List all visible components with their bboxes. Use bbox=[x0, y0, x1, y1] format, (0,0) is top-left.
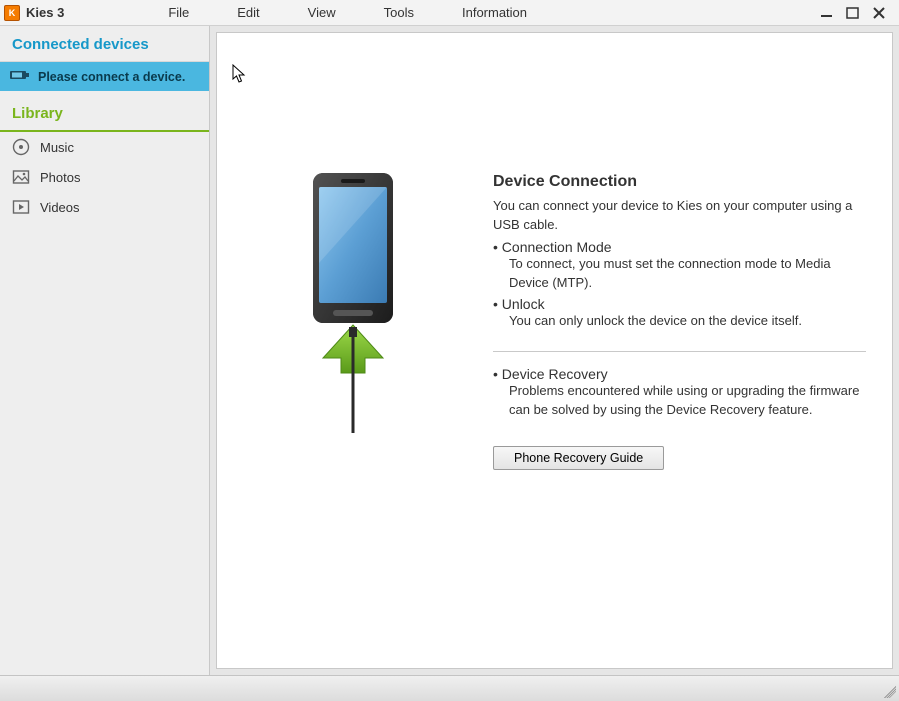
window-controls bbox=[819, 6, 899, 20]
menu-view[interactable]: View bbox=[284, 5, 360, 20]
workspace: Connected devices Please connect a devic… bbox=[0, 26, 899, 675]
device-icon bbox=[10, 69, 30, 84]
unlock-heading: Unlock bbox=[493, 296, 866, 312]
sidebar-item-label: Videos bbox=[40, 200, 80, 215]
resize-grip[interactable] bbox=[884, 686, 896, 698]
sidebar-item-videos[interactable]: Videos bbox=[0, 192, 209, 222]
phone-icon bbox=[283, 173, 423, 433]
sidebar-item-music[interactable]: Music bbox=[0, 132, 209, 162]
sidebar-item-label: Music bbox=[40, 140, 74, 155]
device-connection-desc: You can connect your device to Kies on y… bbox=[493, 197, 866, 235]
status-bar bbox=[0, 675, 899, 701]
phone-recovery-guide-button[interactable]: Phone Recovery Guide bbox=[493, 446, 664, 470]
connected-devices-heading: Connected devices bbox=[0, 26, 209, 62]
sidebar-item-photos[interactable]: Photos bbox=[0, 162, 209, 192]
section-divider bbox=[493, 351, 866, 352]
close-button[interactable] bbox=[871, 6, 887, 20]
sidebar-item-label: Photos bbox=[40, 170, 80, 185]
videos-icon bbox=[12, 198, 30, 216]
photos-icon bbox=[12, 168, 30, 186]
info-column: Device Connection You can connect your d… bbox=[493, 173, 866, 470]
menu-information[interactable]: Information bbox=[438, 5, 551, 20]
unlock-text: You can only unlock the device on the de… bbox=[509, 312, 866, 331]
menu-tools[interactable]: Tools bbox=[360, 5, 438, 20]
menubar: K Kies 3 File Edit View Tools Informatio… bbox=[0, 0, 899, 26]
device-recovery-text: Problems encountered while using or upgr… bbox=[509, 382, 866, 420]
device-connect-prompt[interactable]: Please connect a device. bbox=[0, 62, 209, 91]
device-recovery-heading: Device Recovery bbox=[493, 366, 866, 382]
content-area: Device Connection You can connect your d… bbox=[210, 26, 899, 675]
app-title: Kies 3 bbox=[26, 5, 64, 20]
connection-mode-text: To connect, you must set the connection … bbox=[509, 255, 866, 293]
maximize-button[interactable] bbox=[845, 6, 861, 20]
menu-file[interactable]: File bbox=[144, 5, 213, 20]
connection-mode-heading: Connection Mode bbox=[493, 239, 866, 255]
music-icon bbox=[12, 138, 30, 156]
menu-edit[interactable]: Edit bbox=[213, 5, 283, 20]
device-prompt-label: Please connect a device. bbox=[38, 70, 185, 84]
sidebar: Connected devices Please connect a devic… bbox=[0, 26, 210, 675]
library-heading: Library bbox=[0, 95, 209, 132]
device-connection-title: Device Connection bbox=[493, 173, 866, 191]
minimize-button[interactable] bbox=[819, 6, 835, 20]
phone-illustration bbox=[243, 173, 463, 433]
content-panel: Device Connection You can connect your d… bbox=[216, 32, 893, 669]
app-icon: K bbox=[4, 5, 20, 21]
